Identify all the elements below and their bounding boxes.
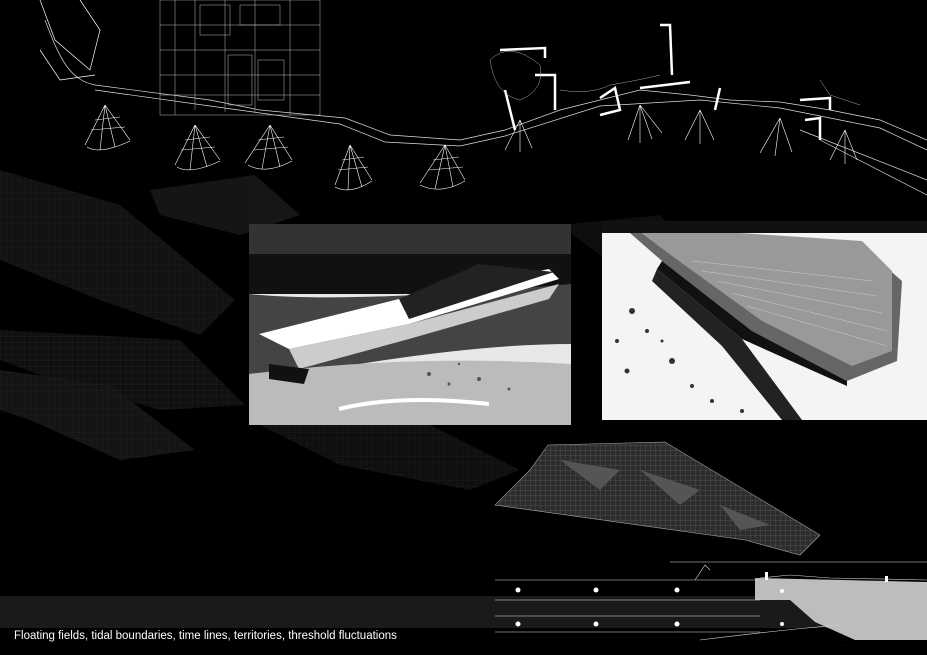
section-drawings (0, 561, 927, 641)
board-caption: Floating fields, tidal boundaries, time … (14, 630, 397, 642)
section-band (0, 596, 927, 628)
presentation-board: Floating fields, tidal boundaries, time … (0, 0, 927, 655)
board-credit: ... (844, 643, 847, 647)
